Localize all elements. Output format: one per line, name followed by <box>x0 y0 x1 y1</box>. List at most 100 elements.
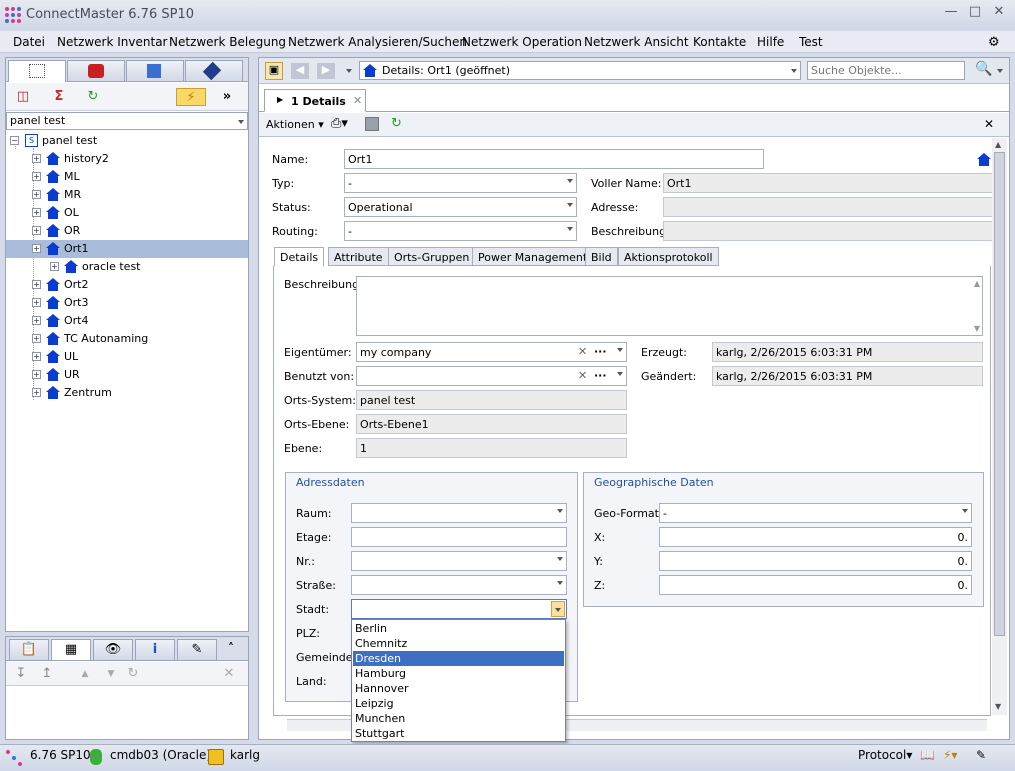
search-input[interactable]: Suche Objekte... <box>807 61 965 80</box>
tab-connectors[interactable] <box>185 60 243 81</box>
expand-icon[interactable]: + <box>50 262 59 271</box>
expand-icon[interactable]: + <box>32 316 41 325</box>
menu-netzwerk-ansicht[interactable]: Netzwerk Ansicht <box>584 35 689 49</box>
x-input[interactable]: 0. <box>659 527 972 547</box>
close-tab-icon[interactable]: ✕ <box>353 94 362 107</box>
tree-add-icon[interactable]: ◫ <box>14 88 32 106</box>
stadt-select[interactable] <box>351 599 567 619</box>
arrow-down-icon[interactable]: ▼ <box>102 665 120 683</box>
minimize-button[interactable]: — <box>940 4 962 24</box>
refresh-icon[interactable]: ↻ <box>84 88 102 106</box>
clear-icon[interactable]: ✕ <box>578 369 587 382</box>
window-icon[interactable]: ▣ <box>265 62 283 80</box>
etage-input[interactable] <box>351 527 567 547</box>
expand-icon[interactable]: + <box>32 154 41 163</box>
download-icon[interactable]: ↧ <box>12 665 30 683</box>
tab-bild[interactable]: Bild <box>585 247 618 266</box>
info-icon[interactable]: i <box>135 639 175 660</box>
tab-details[interactable]: Details <box>274 247 325 267</box>
tree-root-combo[interactable]: panel test <box>6 112 248 130</box>
lightning-icon[interactable]: ⚡ <box>176 88 206 106</box>
search-options-icon[interactable] <box>997 69 1003 73</box>
expand-icon[interactable]: + <box>32 352 41 361</box>
tab-1-details[interactable]: ▶ 1 Details ✕ <box>264 89 366 112</box>
beschreibung-textarea[interactable]: ▲ ▼ <box>356 276 983 336</box>
typ-select[interactable]: - <box>344 173 577 193</box>
menu-netzwerk-operation[interactable]: Netzwerk Operation <box>462 35 582 49</box>
expand-icon[interactable]: + <box>32 370 41 379</box>
clipboard-icon[interactable]: 📋 <box>9 639 49 660</box>
benutzt-select[interactable]: ✕ ··· <box>356 366 627 386</box>
maximize-button[interactable]: □ <box>964 4 986 24</box>
expand-icon[interactable]: + <box>32 388 41 397</box>
reload-icon[interactable]: ↻ <box>124 665 142 683</box>
upload-icon[interactable]: ↥ <box>38 665 56 683</box>
chevron-down-icon[interactable] <box>551 601 565 617</box>
tab-devices[interactable] <box>67 60 125 81</box>
raum-select[interactable] <box>351 503 567 523</box>
delete-icon[interactable]: ✕ <box>220 665 238 683</box>
stadt-option-munchen[interactable]: Munchen <box>353 711 564 726</box>
menu-datei[interactable]: Datei <box>13 35 45 49</box>
expand-icon[interactable]: + <box>32 226 41 235</box>
book-icon[interactable]: 📖 <box>920 748 935 762</box>
edit-icon[interactable]: ✎ <box>177 639 217 660</box>
stadt-option-dresden[interactable]: Dresden <box>353 651 564 666</box>
collapse-icon[interactable]: − <box>10 136 19 145</box>
stadt-option-hannover[interactable]: Hannover <box>353 681 564 696</box>
save-icon[interactable] <box>365 117 379 131</box>
lightning-icon[interactable]: ⚡▾ <box>943 748 957 762</box>
menu-hilfe[interactable]: Hilfe <box>757 35 784 49</box>
expand-icon[interactable]: + <box>32 298 41 307</box>
stadt-option-hamburg[interactable]: Hamburg <box>353 666 564 681</box>
stadt-option-stuttgart[interactable]: Stuttgart <box>353 726 564 741</box>
back-icon[interactable]: ◀ <box>291 63 309 79</box>
geo-format-select[interactable]: - <box>659 503 972 523</box>
close-details-icon[interactable]: ✕ <box>984 117 994 131</box>
routing-select[interactable]: - <box>344 221 577 241</box>
expand-icon[interactable]: + <box>32 208 41 217</box>
collapse-panel-icon[interactable]: ˄ <box>228 641 234 655</box>
menu-kontakte[interactable]: Kontakte <box>693 35 746 49</box>
brush-icon[interactable]: ✎ <box>976 748 986 762</box>
arrow-up-icon[interactable]: ▲ <box>76 665 94 683</box>
stadt-option-chemnitz[interactable]: Chemnitz <box>353 636 564 651</box>
scroll-up-icon[interactable]: ▲ <box>995 140 1001 149</box>
tab-tree[interactable] <box>8 60 66 82</box>
status-select[interactable]: Operational <box>344 197 577 217</box>
eigentuemer-select[interactable]: my company ✕ ··· <box>356 342 627 362</box>
wrench-icon[interactable]: ⚙ <box>988 35 1000 50</box>
stadt-option-leipzig[interactable]: Leipzig <box>353 696 564 711</box>
history-dropdown-icon[interactable] <box>346 69 352 73</box>
expand-icon[interactable]: + <box>32 280 41 289</box>
nr-select[interactable] <box>351 551 567 571</box>
forward-icon[interactable]: ▶ <box>317 63 335 79</box>
tab-orts-gruppen[interactable]: Orts-Gruppen <box>388 247 476 266</box>
scroll-up-icon[interactable]: ▲ <box>974 279 980 288</box>
scroll-down-icon[interactable]: ▼ <box>974 324 980 333</box>
menu-netzwerk-belegung[interactable]: Netzwerk Belegung <box>169 35 286 49</box>
expand-icon[interactable]: + <box>32 244 41 253</box>
scroll-down-icon[interactable]: ▼ <box>995 702 1001 711</box>
actions-menu[interactable]: Aktionen ▾ <box>266 118 324 131</box>
scroll-thumb[interactable] <box>994 152 1005 636</box>
refresh-icon[interactable]: ↻ <box>391 116 402 131</box>
stadt-option-berlin[interactable]: Berlin <box>353 621 564 636</box>
menu-netzwerk-analysieren[interactable]: Netzwerk Analysieren/Suchen <box>288 35 467 49</box>
name-input[interactable]: Ort1 <box>344 149 764 169</box>
expand-icon[interactable]: + <box>32 190 41 199</box>
ellipsis-icon[interactable]: ··· <box>594 345 607 358</box>
tree-item-ort1[interactable]: + Ort1 <box>6 240 248 258</box>
more-icon[interactable]: » <box>218 88 236 106</box>
close-button[interactable]: ✕ <box>988 4 1010 24</box>
protocol-menu[interactable]: Protocol▾ <box>858 748 912 762</box>
address-combo[interactable]: Details: Ort1 (geöffnet) <box>359 61 801 80</box>
tab-attribute[interactable]: Attribute <box>328 247 389 266</box>
menu-test[interactable]: Test <box>799 35 823 49</box>
tab-power-management[interactable]: Power Management <box>472 247 594 266</box>
print-icon[interactable]: ⎙▾ <box>331 116 348 131</box>
sigma-icon[interactable]: Σ <box>50 88 68 106</box>
y-input[interactable]: 0. <box>659 551 972 571</box>
table-icon[interactable]: ▦ <box>51 639 91 660</box>
binoculars-icon[interactable]: 🔍 <box>975 61 992 77</box>
